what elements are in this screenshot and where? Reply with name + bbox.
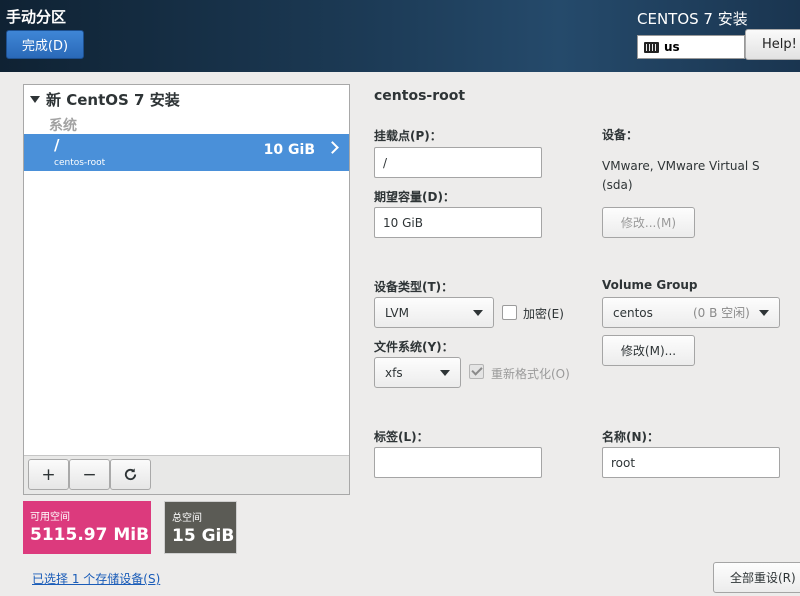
reformat-label: 重新格式化(O) — [491, 367, 570, 381]
done-button[interactable]: 完成(D) — [6, 30, 84, 59]
expand-triangle-icon[interactable] — [30, 96, 40, 103]
tag-input[interactable] — [374, 447, 542, 478]
device-id: (sda) — [602, 178, 633, 192]
volume-group-label: Volume Group — [602, 278, 698, 292]
remove-partition-button[interactable]: − — [69, 459, 110, 490]
total-space-value: 15 GiB — [172, 526, 235, 546]
reformat-checkbox[interactable] — [469, 364, 484, 379]
mount-point-label: 挂载点(P)： — [374, 129, 442, 143]
selected-storage-link[interactable]: 已选择 1 个存储设备(S) — [32, 570, 160, 587]
section-system-label: 系统 — [49, 118, 77, 134]
filesystem-label: 文件系统(Y)： — [374, 340, 454, 354]
device-label: 设备： — [602, 128, 639, 142]
name-label: 名称(N)： — [602, 430, 660, 444]
filesystem-value: xfs — [385, 365, 403, 380]
device-name: VMware, VMware Virtual S — [602, 159, 760, 173]
total-space-box: 总空间 15 GiB — [164, 501, 237, 554]
device-type-select[interactable]: LVM — [374, 297, 494, 328]
chevron-right-icon — [326, 141, 339, 154]
partition-row-root[interactable]: / centos-root 10 GiB — [24, 134, 349, 171]
partition-toolbar: + − — [24, 455, 349, 494]
total-space-label: 总空间 — [172, 513, 202, 524]
volume-group-value: centos — [613, 305, 653, 320]
available-space-box: 可用空间 5115.97 MiB — [23, 501, 151, 554]
page-title: 手动分区 — [6, 8, 67, 26]
available-space-label: 可用空间 — [30, 512, 70, 523]
encrypt-label: 加密(E) — [523, 307, 564, 321]
partition-detail-title: centos-root — [374, 88, 466, 104]
dropdown-arrow-icon — [473, 310, 483, 316]
volume-group-select[interactable]: centos (0 B 空闲) — [602, 297, 780, 328]
partition-list-panel: 新 CentOS 7 安装 系统 / centos-root 10 GiB + … — [23, 84, 350, 495]
mount-point-input[interactable]: / — [374, 147, 542, 178]
desired-capacity-input[interactable]: 10 GiB — [374, 207, 542, 238]
partition-size: 10 GiB — [263, 142, 315, 158]
volume-group-free: (0 B 空闲) — [693, 306, 750, 320]
modify-volume-group-button[interactable]: 修改(M)... — [602, 335, 695, 366]
filesystem-select[interactable]: xfs — [374, 357, 461, 388]
install-title: 新 CentOS 7 安装 — [46, 91, 180, 109]
desired-capacity-label: 期望容量(D)： — [374, 190, 455, 204]
dropdown-arrow-icon — [440, 370, 450, 376]
tag-label: 标签(L)： — [374, 430, 429, 444]
install-tree-header[interactable]: 新 CentOS 7 安装 — [30, 89, 180, 110]
partition-device-name: centos-root — [54, 158, 106, 168]
add-partition-button[interactable]: + — [28, 459, 69, 490]
refresh-button[interactable] — [110, 459, 151, 490]
name-input[interactable]: root — [602, 447, 780, 478]
help-button[interactable]: Help! — [745, 29, 800, 60]
partition-mount-point: / — [54, 136, 60, 154]
refresh-icon — [124, 468, 137, 481]
keyboard-layout-indicator[interactable]: us — [637, 35, 745, 59]
device-type-label: 设备类型(T)： — [374, 280, 454, 294]
modify-device-button[interactable]: 修改...(M) — [602, 207, 695, 238]
product-title: CENTOS 7 安装 — [637, 10, 748, 28]
header-bar: 手动分区 完成(D) CENTOS 7 安装 us Help! — [0, 0, 800, 72]
device-type-value: LVM — [385, 305, 409, 320]
dropdown-arrow-icon — [759, 310, 769, 316]
reset-all-button[interactable]: 全部重设(R) — [713, 562, 800, 593]
encrypt-checkbox[interactable] — [502, 305, 517, 320]
available-space-value: 5115.97 MiB — [30, 525, 150, 545]
keyboard-icon — [644, 41, 659, 53]
keyboard-layout-label: us — [664, 40, 680, 54]
